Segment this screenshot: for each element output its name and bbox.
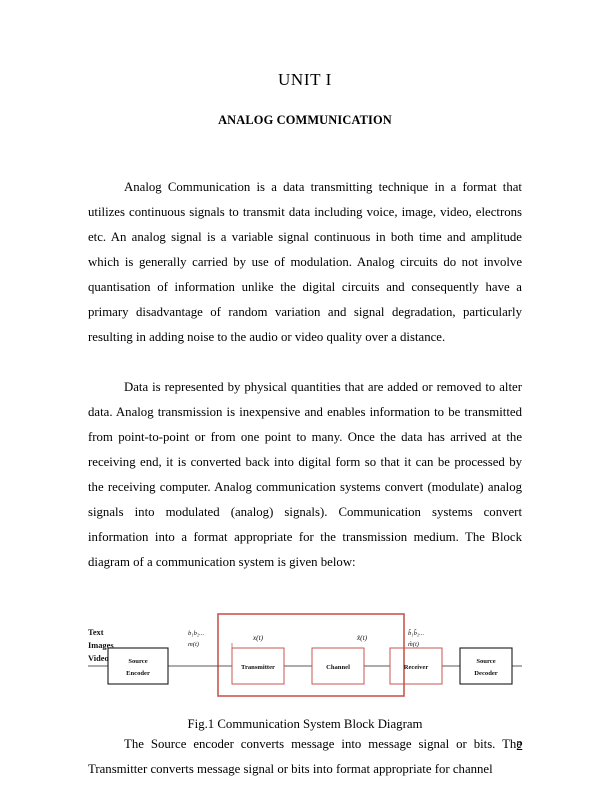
block-transmitter-label: Transmitter — [241, 664, 275, 671]
signal-label-transmitted: x(t) — [252, 633, 264, 642]
figure-block-diagram: Text Images Video Source Encoder Transmi… — [88, 603, 522, 715]
block-source-decoder-line1: Source — [476, 658, 495, 665]
document-page: UNIT I ANALOG COMMUNICATION Analog Commu… — [0, 0, 612, 792]
paragraph-3-text: The Source encoder converts message into… — [88, 737, 522, 776]
paragraph-3: The Source encoder converts message into… — [88, 732, 522, 782]
block-receiver-label: Receiver — [404, 664, 429, 671]
section-title: ANALOG COMMUNICATION — [218, 113, 392, 127]
input-label-video: Video — [88, 654, 109, 663]
page-title: UNIT I — [278, 70, 332, 89]
input-label-images: Images — [88, 641, 114, 650]
paragraph-2: Data is represented by physical quantiti… — [88, 375, 522, 575]
block-source-encoder-line2: Encoder — [126, 670, 150, 677]
paragraph-2-text: Data is represented by physical quantiti… — [88, 380, 522, 569]
paragraph-1: Analog Communication is a data transmitt… — [88, 175, 522, 350]
block-source-decoder-line2: Decoder — [474, 670, 498, 677]
signal-label-encoder-message: m(t) — [188, 641, 199, 648]
block-channel-label: Channel — [326, 664, 350, 671]
block-source-encoder — [107, 647, 169, 685]
page-content: UNIT I ANALOG COMMUNICATION Analog Commu… — [88, 0, 522, 782]
block-source-encoder-line1: Source — [128, 658, 147, 665]
page-number: 2 — [516, 738, 523, 753]
signal-label-encoder-bits: b₁b₂... — [188, 630, 204, 637]
paragraph-1-text: Analog Communication is a data transmitt… — [88, 180, 522, 344]
figure-caption: Fig.1 Communication System Block Diagram — [187, 717, 423, 731]
signal-label-decoder-message: m̂(t) — [408, 641, 419, 648]
input-label-text: Text — [88, 628, 104, 637]
signal-label-decoder-bits: b̂₁b̂₂... — [408, 630, 424, 637]
signal-label-received: x̂(t) — [356, 633, 368, 642]
communication-system-diagram: Text Images Video Source Encoder Transmi… — [88, 613, 522, 697]
block-source-decoder — [459, 647, 513, 685]
